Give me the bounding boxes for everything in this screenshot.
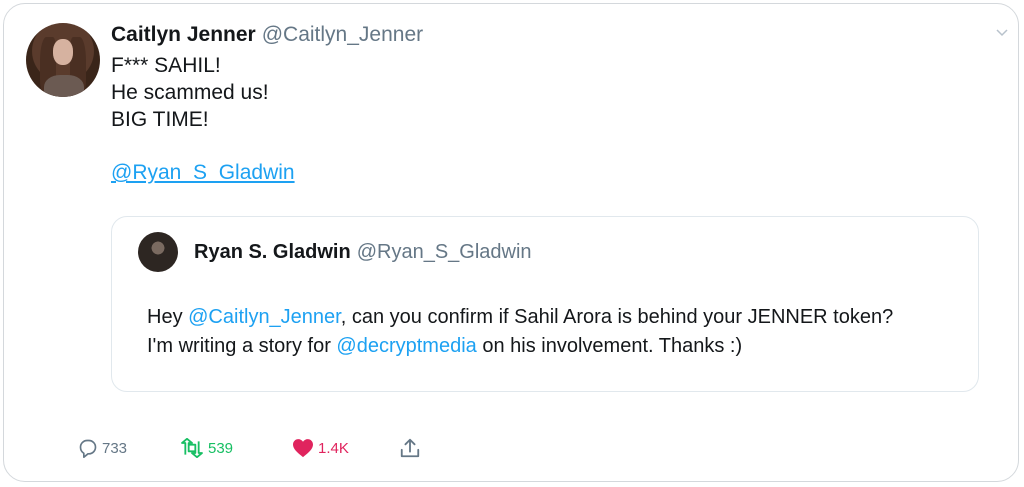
mention-link[interactable]: @Caitlyn_Jenner bbox=[188, 306, 341, 328]
quoted-avatar[interactable] bbox=[138, 232, 178, 272]
tweet-card: Caitlyn Jenner @Caitlyn_Jenner F*** SAHIL… bbox=[3, 3, 1019, 482]
quoted-author-name: Ryan S. Gladwin bbox=[194, 241, 351, 263]
chevron-down-icon[interactable] bbox=[996, 26, 1008, 38]
reply-count: 733 bbox=[102, 439, 128, 457]
author-name[interactable]: Caitlyn Jenner bbox=[111, 23, 256, 46]
share-button[interactable] bbox=[399, 434, 421, 462]
quoted-line: Hey @Caitlyn_Jenner, can you confirm if … bbox=[147, 303, 893, 332]
retweet-button[interactable]: 539 bbox=[180, 434, 233, 462]
retweet-count: 539 bbox=[208, 439, 234, 457]
quoted-tweet[interactable]: Ryan S. Gladwin @Ryan_S_Gladwin Hey @Cait… bbox=[111, 216, 979, 392]
quoted-line: I'm writing a story for @decryptmedia on… bbox=[147, 332, 893, 361]
like-button[interactable]: 1.4K bbox=[292, 434, 349, 462]
retweet-icon bbox=[181, 438, 203, 458]
quoted-author-handle: @Ryan_S_Gladwin bbox=[356, 241, 532, 263]
reply-button[interactable]: 733 bbox=[78, 434, 127, 462]
heart-icon bbox=[293, 439, 313, 458]
share-icon bbox=[400, 438, 420, 458]
tweet-text: F*** SAHIL! He scammed us! BIG TIME! bbox=[111, 52, 269, 133]
quoted-text: Hey @Caitlyn_Jenner, can you confirm if … bbox=[147, 303, 893, 361]
author-handle[interactable]: @Caitlyn_Jenner bbox=[262, 23, 423, 46]
avatar[interactable] bbox=[26, 23, 100, 97]
quoted-text-segment: I'm writing a story for bbox=[147, 335, 337, 357]
mention-link[interactable]: @Ryan_S_Gladwin bbox=[111, 159, 295, 186]
quoted-header: Ryan S. Gladwin @Ryan_S_Gladwin bbox=[194, 239, 532, 265]
tweet-line: BIG TIME! bbox=[111, 108, 209, 131]
quoted-text-segment: , can you confirm if Sahil Arora is behi… bbox=[340, 306, 894, 328]
quoted-text-segment: on his involvement. Thanks :) bbox=[476, 335, 743, 357]
mention-link[interactable]: @decryptmedia bbox=[336, 335, 476, 357]
tweet-line: He scammed us! bbox=[111, 81, 269, 104]
tweet-line: F*** SAHIL! bbox=[111, 54, 221, 77]
quoted-text-segment: Hey bbox=[147, 306, 189, 328]
reply-icon bbox=[79, 439, 97, 458]
like-count: 1.4K bbox=[318, 439, 349, 457]
tweet-header: Caitlyn Jenner @Caitlyn_Jenner bbox=[111, 22, 423, 48]
